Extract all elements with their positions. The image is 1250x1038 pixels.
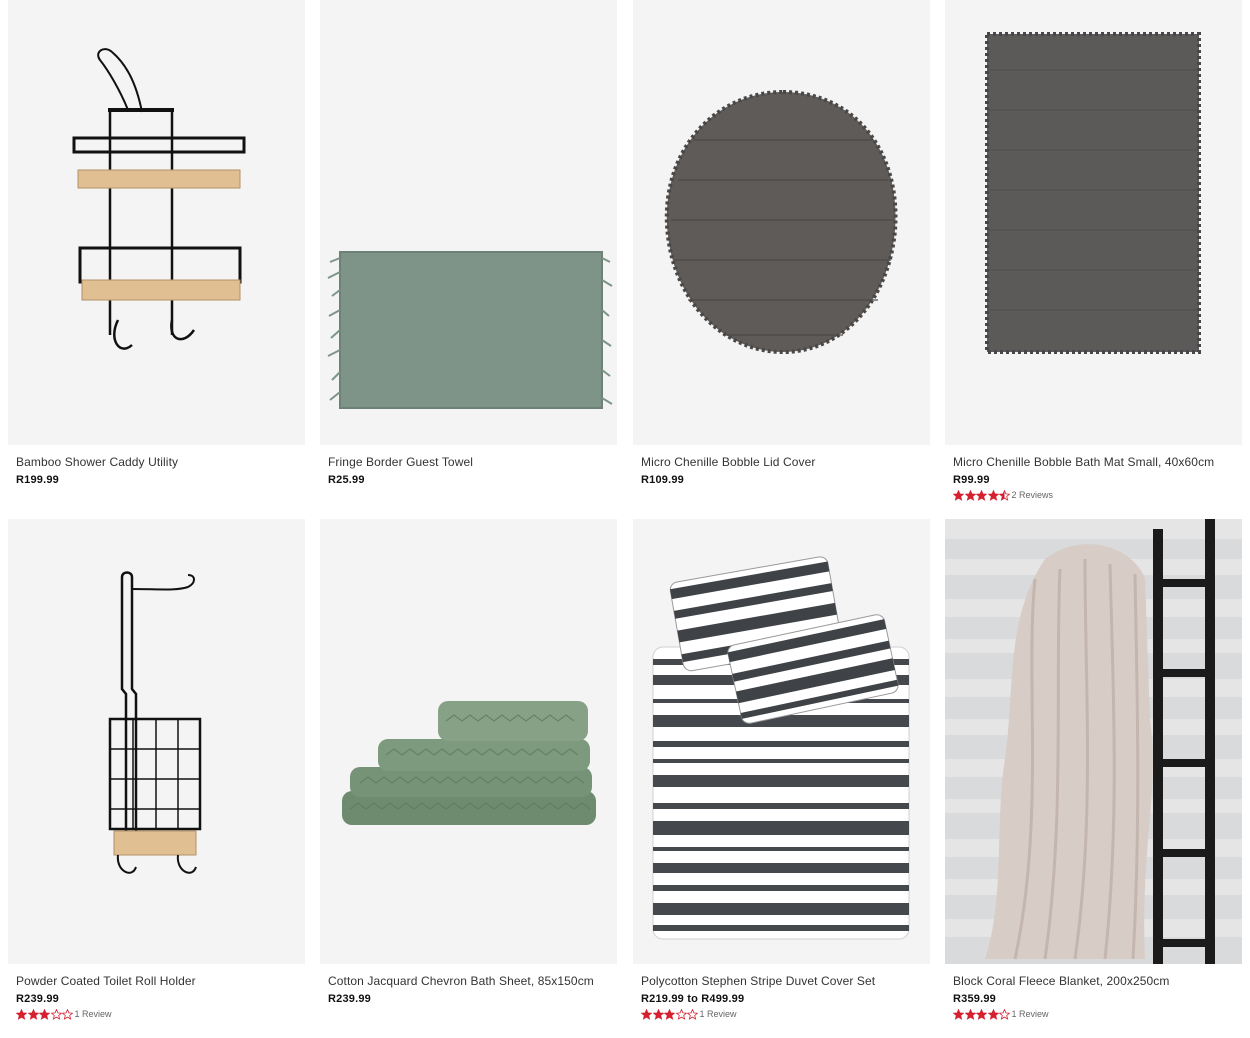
bath-mat-image [985,32,1201,354]
star-filled-icon [27,1008,39,1020]
guest-towel-image [327,251,613,409]
rating-stars [953,1008,1011,1020]
star-filled-icon [953,1008,964,1020]
review-count[interactable]: 1 Review [1012,1009,1049,1019]
product-title[interactable]: Powder Coated Toilet Roll Holder [16,974,196,988]
product-title[interactable]: Block Coral Fleece Blanket, 200x250cm [953,974,1169,988]
bath-sheet-stack-image [342,701,596,825]
star-filled-icon [652,1008,664,1020]
star-filled-icon [953,489,964,501]
product-card[interactable]: Cotton Jacquard Chevron Bath Sheet, 85x1… [320,519,617,1005]
star-filled-icon [987,489,999,501]
product-price: R359.99 [953,993,996,1005]
product-title[interactable]: Cotton Jacquard Chevron Bath Sheet, 85x1… [328,974,594,988]
product-card[interactable]: Block Coral Fleece Blanket, 200x250cm R3… [945,519,1242,1020]
product-image[interactable] [945,0,1242,445]
star-filled-icon [16,1008,27,1020]
product-image[interactable] [320,0,617,445]
rating-stars [16,1008,74,1020]
product-price: R219.99 to R499.99 [641,993,745,1005]
star-filled-icon [964,1008,976,1020]
product-price: R25.99 [328,474,365,486]
product-title[interactable]: Bamboo Shower Caddy Utility [16,455,178,469]
star-filled-icon [964,489,976,501]
product-title[interactable]: Micro Chenille Bobble Bath Mat Small, 40… [953,455,1214,469]
product-image[interactable] [8,519,305,964]
star-empty-icon [50,1008,62,1020]
star-half-icon [999,489,1010,501]
fleece-blanket-image [945,519,1242,964]
product-card[interactable]: Powder Coated Toilet Roll Holder R239.99… [8,519,305,1020]
star-empty-icon [999,1008,1010,1020]
product-image[interactable] [633,0,930,445]
product-price: R109.99 [641,474,684,486]
star-filled-icon [641,1008,652,1020]
product-rating: 1 Review [641,1008,737,1020]
star-filled-icon [987,1008,999,1020]
star-filled-icon [976,489,987,501]
product-image[interactable] [633,519,930,964]
star-filled-icon [976,1008,987,1020]
product-rating: 1 Review [953,1008,1049,1020]
lid-cover-image [664,89,898,355]
star-empty-icon [687,1008,698,1020]
toilet-roll-holder-image [108,571,202,874]
product-price: R239.99 [328,993,371,1005]
product-rating: 1 Review [16,1008,112,1020]
product-rating: 2 Reviews [953,489,1053,501]
product-card[interactable]: Bamboo Shower Caddy Utility R199.99 [8,0,305,486]
star-filled-icon [39,1008,50,1020]
rating-stars [953,489,1011,501]
review-count[interactable]: 1 Review [75,1009,112,1019]
product-price: R199.99 [16,474,59,486]
product-card[interactable]: Micro Chenille Bobble Bath Mat Small, 40… [945,0,1242,501]
shower-caddy-image [72,48,246,350]
product-image[interactable] [8,0,305,445]
product-title[interactable]: Polycotton Stephen Stripe Duvet Cover Se… [641,974,875,988]
product-title[interactable]: Micro Chenille Bobble Lid Cover [641,455,816,469]
product-card[interactable]: Micro Chenille Bobble Lid Cover R109.99 [633,0,930,486]
star-empty-icon [675,1008,687,1020]
product-card[interactable]: Fringe Border Guest Towel R25.99 [320,0,617,486]
product-title[interactable]: Fringe Border Guest Towel [328,455,473,469]
rating-stars [641,1008,699,1020]
duvet-cover-image [652,556,910,940]
product-price: R99.99 [953,474,990,486]
star-filled-icon [664,1008,675,1020]
product-image[interactable] [320,519,617,964]
product-price: R239.99 [16,993,59,1005]
review-count[interactable]: 2 Reviews [1012,490,1054,500]
star-empty-icon [62,1008,73,1020]
review-count[interactable]: 1 Review [700,1009,737,1019]
product-card[interactable]: Polycotton Stephen Stripe Duvet Cover Se… [633,519,930,1020]
product-image[interactable] [945,519,1242,964]
